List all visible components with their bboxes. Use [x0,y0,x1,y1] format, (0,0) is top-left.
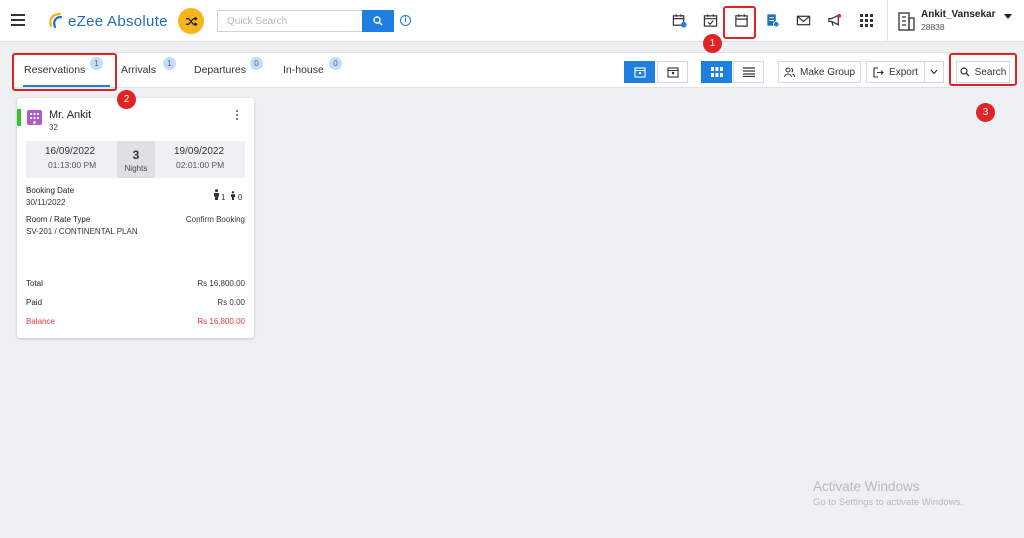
nights-box: 3 Nights [117,141,155,178]
tab-label: In-house [283,64,324,76]
top-bar: eZee Absolute i Anki [0,0,1024,42]
reservation-number: 32 [49,123,58,132]
total-label: Total [26,279,43,288]
export-label: Export [889,66,918,78]
tab-bar: Reservations 1 Arrivals 1 Departures 0 I… [12,52,1017,88]
calendar-add-icon[interactable] [671,12,688,29]
app-name: eZee Absolute [68,12,168,30]
annotation-number: 3 [976,103,995,122]
tab-arrivals[interactable]: Arrivals [121,53,156,87]
nights-count: 3 [132,148,140,162]
grid-view-button[interactable] [701,61,732,83]
balance-amount: Rs 16,800.00 [197,317,245,326]
status-indicator [17,109,21,126]
paid-amount: Rs 0.00 [217,298,245,307]
export-icon [873,66,884,78]
top-divider [887,0,888,42]
adult-icon [214,189,219,200]
booking-date: 30/11/2022 [26,198,66,207]
chevron-down-icon [930,69,938,75]
calendar-person-icon [666,67,679,78]
highlight-search-button [949,53,1017,86]
checkout-time: 02:01:00 PM [176,160,225,170]
arrival-view-button[interactable] [624,61,655,83]
adult-count: 1 [221,193,226,202]
checkout-date: 19/09/2022 [174,146,225,157]
count-badge: 0 [250,57,263,70]
tab-in-house[interactable]: In-house [283,53,324,87]
mail-icon[interactable] [795,12,812,29]
building-icon [27,110,42,125]
booking-date-label: Booking Date [26,186,75,195]
total-amount: Rs 16,800.00 [197,279,245,288]
reservation-card[interactable]: Mr. Ankit 32 16/09/2022 01:13:00 PM 3 Ni… [17,98,254,338]
highlight-reservations-tab [12,53,117,91]
export-dropdown-button[interactable] [924,61,944,83]
chevron-down-icon [1004,14,1012,19]
child-icon [231,191,235,200]
make-group-label: Make Group [799,66,856,78]
nights-label: Nights [124,164,148,173]
make-group-button[interactable]: Make Group [778,61,861,83]
highlight-calendar-icon [723,6,756,39]
calendar-check-icon[interactable] [702,12,719,29]
export-button[interactable]: Export [866,61,925,83]
guest-name[interactable]: Mr. Ankit [49,109,91,121]
ezee-logo-icon [46,11,66,31]
grid-view-icon [710,67,723,77]
tab-label: Arrivals [121,64,157,76]
list-view-icon [742,67,755,77]
menu-icon[interactable] [11,14,25,26]
room-rate-value: SV-201 / CONTINENTAL PLAN [26,227,138,236]
checkin-time: 01:13:00 PM [48,160,97,170]
room-rate-label: Room / Rate Type [26,215,91,224]
apps-grid-icon[interactable] [858,12,875,29]
stay-dates-panel: 16/09/2022 01:13:00 PM 3 Nights 19/09/20… [26,141,245,178]
shuffle-button[interactable] [178,8,204,34]
paid-label: Paid [26,298,43,307]
user-name: Ankit_Vansekar [921,9,996,20]
building-icon [898,12,915,31]
list-view-button[interactable] [733,61,764,83]
activation-watermark-subtitle: Go to Settings to activate Windows. [813,497,963,508]
annotation-number: 2 [117,90,136,109]
user-id: 28838 [921,22,945,32]
count-badge: 0 [329,57,342,70]
app-logo[interactable]: eZee Absolute [46,10,168,32]
search-icon [373,16,383,26]
shuffle-icon [185,16,198,26]
count-badge: 1 [163,57,176,70]
announcement-icon[interactable] [826,12,843,29]
quick-search-button[interactable] [362,10,394,32]
child-count: 0 [238,193,243,202]
departure-view-button[interactable] [657,61,688,83]
booking-status: Confirm Booking [185,215,245,224]
invoice-icon[interactable] [764,12,781,29]
calendar-person-icon [633,67,646,78]
tab-departures[interactable]: Departures [194,53,246,87]
more-options-icon[interactable] [235,110,239,122]
group-icon [783,67,795,77]
info-icon[interactable]: i [400,15,411,26]
activation-watermark-title: Activate Windows [813,479,920,494]
quick-search-input[interactable] [217,10,362,32]
annotation-number: 1 [703,34,722,53]
balance-label: Balance [26,317,55,326]
tab-label: Departures [194,64,246,76]
checkin-date: 16/09/2022 [45,146,96,157]
